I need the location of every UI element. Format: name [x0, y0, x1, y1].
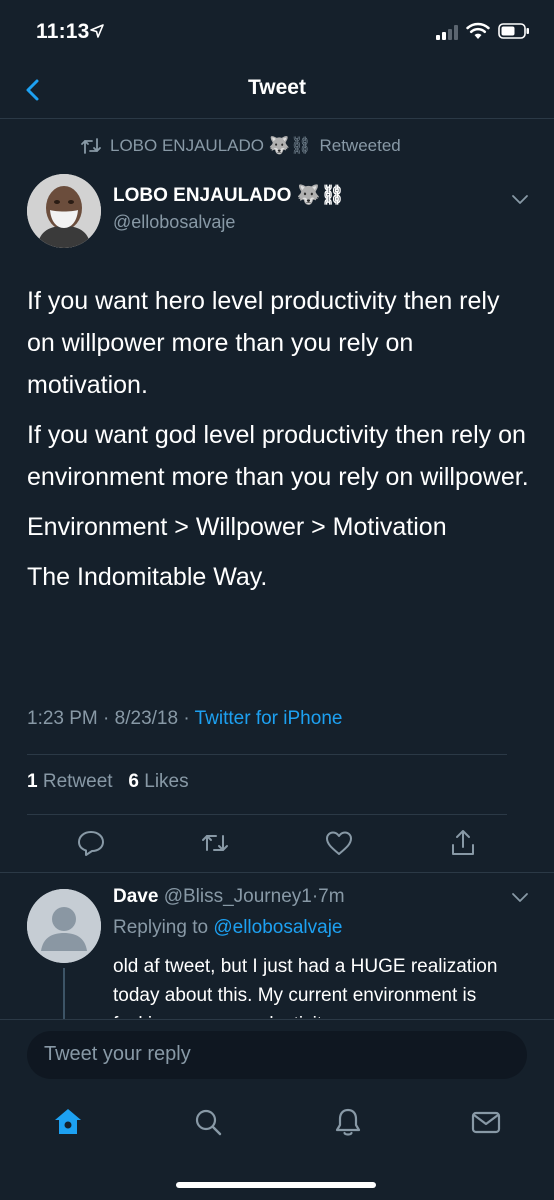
status-bar: 11:13 — [0, 0, 554, 64]
replying-to-link[interactable]: @ellobosalvaje — [213, 917, 342, 938]
avatar[interactable] — [27, 174, 101, 248]
default-avatar-icon — [27, 889, 101, 963]
author-name[interactable]: LOBO ENJAULADO 🐺⛓ — [113, 183, 344, 207]
divider — [0, 872, 554, 873]
divider — [27, 754, 507, 755]
like-count: 6 — [128, 771, 139, 792]
reply-age: 7m — [318, 886, 345, 907]
like-icon[interactable] — [324, 828, 354, 858]
retweeted-label: Retweeted — [319, 136, 401, 155]
replying-to-label: Replying to — [113, 917, 209, 938]
reply-header[interactable]: Dave @Bliss_Journey1·7m — [113, 886, 345, 908]
tweet-paragraph: Environment > Willpower > Motivation — [27, 513, 447, 541]
status-time: 11:13 — [36, 20, 90, 43]
chevron-down-icon[interactable] — [510, 890, 530, 904]
page-title: Tweet — [248, 76, 306, 99]
retweet-icon — [81, 138, 101, 154]
retweet-icon[interactable] — [200, 828, 230, 858]
reply-author-name: Dave — [113, 886, 159, 907]
author-handle[interactable]: @ellobosalvaje — [113, 212, 235, 233]
search-icon[interactable] — [192, 1106, 224, 1138]
tweet-text: If you want hero level productivity then… — [27, 280, 532, 606]
tweet-timestamp: 1:23 PM · 8/23/18 · Twitter for iPhone — [27, 708, 342, 730]
home-indicator — [176, 1182, 376, 1188]
avatar-photo — [27, 174, 101, 248]
messages-icon[interactable] — [470, 1106, 502, 1138]
tweet-time: 1:23 PM — [27, 708, 98, 729]
location-arrow-icon — [90, 24, 104, 38]
cellular-signal-icon — [436, 25, 458, 40]
reply-avatar[interactable] — [27, 889, 101, 963]
navigation-bar: Tweet — [0, 64, 554, 119]
notifications-icon[interactable] — [332, 1106, 364, 1138]
home-icon[interactable] — [52, 1106, 84, 1138]
tweet-stats: 1 Retweet 6 Likes — [27, 771, 189, 793]
retweet-label: Retweet — [42, 771, 113, 792]
retweeted-by[interactable]: LOBO ENJAULADO 🐺⛓ Retweeted — [80, 134, 401, 158]
meta-separator: · — [103, 708, 110, 729]
thread-line — [63, 968, 65, 1020]
wifi-icon — [466, 22, 490, 39]
reply-input-placeholder: Tweet your reply — [44, 1043, 191, 1065]
likes-stat[interactable]: 6 Likes — [128, 771, 188, 792]
tweet-detail-screen: 11:13 Tweet LOBO ENJAULADO 🐺⛓ Retweeted … — [0, 0, 554, 1200]
replying-to: Replying to @ellobosalvaje — [113, 917, 342, 939]
reply-icon[interactable] — [76, 828, 106, 858]
reply-author-handle: @Bliss_Journey1 — [163, 886, 312, 907]
meta-separator: · — [183, 708, 190, 729]
tweet-date: 8/23/18 — [114, 708, 179, 729]
share-icon[interactable] — [448, 828, 478, 858]
chevron-down-icon[interactable] — [510, 192, 530, 206]
divider — [27, 814, 507, 815]
author-name-text: LOBO ENJAULADO 🐺⛓ — [113, 185, 345, 206]
tweet-paragraph: The Indomitable Way. — [27, 563, 268, 591]
reply-text[interactable]: old af tweet, but I just had a HUGE real… — [113, 952, 533, 1018]
tweet-paragraph: If you want god level productivity then … — [27, 421, 529, 491]
retweet-count: 1 — [27, 771, 38, 792]
retweets-stat[interactable]: 1 Retweet — [27, 771, 113, 792]
tweet-paragraph: If you want hero level productivity then… — [27, 287, 500, 399]
battery-icon — [498, 23, 529, 39]
like-label: Likes — [144, 771, 189, 792]
tweet-source-link[interactable]: Twitter for iPhone — [195, 708, 343, 729]
retweeter-name: LOBO ENJAULADO 🐺⛓ — [110, 136, 312, 155]
